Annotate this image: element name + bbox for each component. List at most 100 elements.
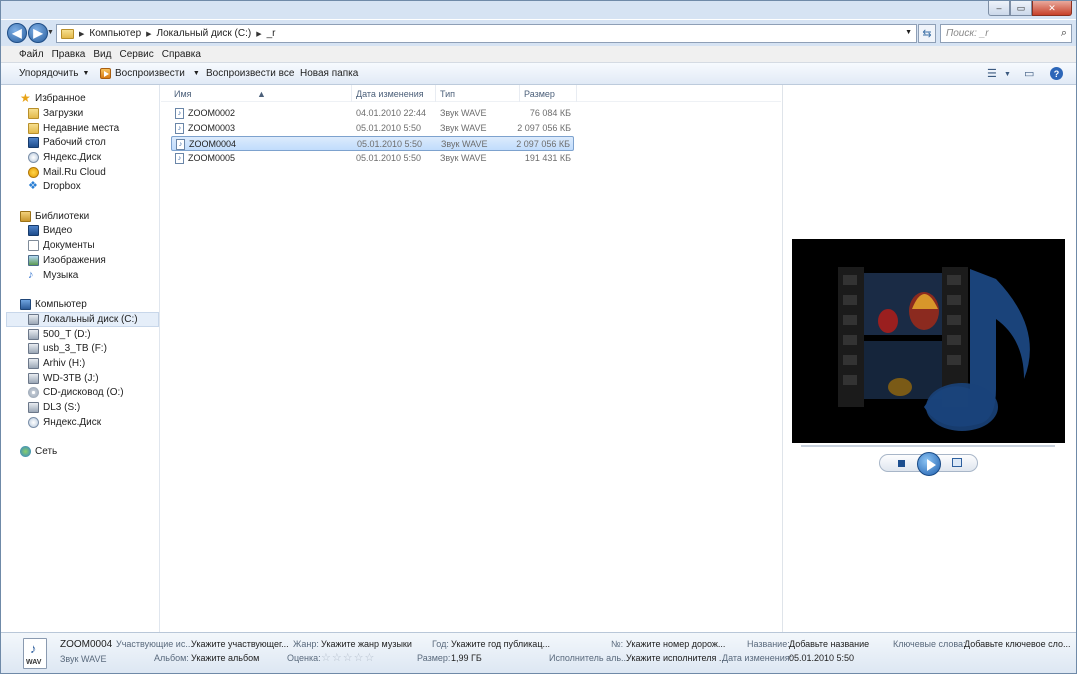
hard-drive-icon xyxy=(28,329,39,340)
seek-bar[interactable] xyxy=(801,445,1055,447)
yandex-disk-icon xyxy=(28,152,39,163)
help-button[interactable]: ? xyxy=(1050,67,1063,80)
nav-item-video[interactable]: Видео xyxy=(28,225,72,236)
nav-item-recent-places[interactable]: Недавние места xyxy=(28,123,119,134)
chevron-down-icon: ▼ xyxy=(192,70,200,77)
address-dropdown-icon[interactable]: ▼ xyxy=(905,29,912,36)
column-header-date[interactable]: Дата изменения xyxy=(356,89,424,99)
nav-libraries-label: Библиотеки xyxy=(35,211,90,222)
media-placeholder-image xyxy=(838,267,1030,431)
file-type: Звук WAVE xyxy=(440,153,487,163)
details-label-album: Альбом: xyxy=(154,653,189,663)
nav-item-music[interactable]: ♪ Музыка xyxy=(28,270,78,282)
details-value-artists[interactable]: Укажите участвующег... xyxy=(191,639,289,649)
new-folder-button[interactable]: Новая папка xyxy=(300,68,358,79)
nav-item-drive-c[interactable]: Локальный диск (C:) xyxy=(6,312,159,327)
nav-item-desktop[interactable]: Рабочий стол xyxy=(28,137,106,148)
back-button[interactable]: ◀ xyxy=(7,23,27,43)
pictures-library-icon xyxy=(28,255,39,266)
details-value-year[interactable]: Укажите год публикац... xyxy=(451,639,550,649)
view-options-icon[interactable]: ☰ xyxy=(987,67,997,80)
details-filename: ZOOM0004 xyxy=(60,639,113,650)
nav-item-drive-o[interactable]: CD-дисковод (O:) xyxy=(28,387,124,398)
search-input[interactable]: Поиск: _r ⌕ xyxy=(940,24,1072,43)
details-value-keywords[interactable]: Добавьте ключевое сло... xyxy=(964,639,1071,649)
column-divider[interactable] xyxy=(576,85,577,102)
wav-file-icon: ♪ xyxy=(175,123,184,134)
menu-view[interactable]: Вид xyxy=(93,49,111,60)
nav-libraries[interactable]: Библиотеки xyxy=(20,211,89,222)
nav-item-drive-h[interactable]: Arhiv (H:) xyxy=(28,358,85,369)
table-row-selected[interactable]: ♪ ZOOM0004 05.01.2010 5:50 Звук WAVE 2 0… xyxy=(171,136,574,151)
details-value-genre[interactable]: Укажите жанр музыки xyxy=(321,639,412,649)
navigation-pane: ★ Избранное Загрузки Недавние места Рабоч… xyxy=(1,85,160,632)
file-name: ZOOM0003 xyxy=(188,123,236,133)
nav-item-label: Arhiv (H:) xyxy=(43,358,86,369)
table-row[interactable]: ♪ ZOOM0005 05.01.2010 5:50 Звук WAVE 191… xyxy=(171,151,574,166)
view-dropdown-icon[interactable]: ▼ xyxy=(1004,71,1011,78)
preview-pane-icon[interactable]: ▭ xyxy=(1024,67,1034,80)
nav-item-dropbox[interactable]: ❖ Dropbox xyxy=(28,181,81,193)
column-header-name[interactable]: Имя xyxy=(174,89,192,99)
rating-stars[interactable]: ☆☆☆☆☆ xyxy=(321,651,375,664)
chevron-right-icon[interactable]: ▶ xyxy=(146,30,151,38)
breadcrumb-local-disk[interactable]: Локальный диск (C:) xyxy=(157,28,252,39)
file-type: Звук WAVE xyxy=(440,108,487,118)
play-pause-button[interactable] xyxy=(917,452,941,476)
nav-network[interactable]: Сеть xyxy=(20,446,57,457)
details-label-artists: Участвующие ис... xyxy=(116,639,193,649)
details-value-title[interactable]: Добавьте название xyxy=(789,639,869,649)
refresh-button[interactable]: ⇆ xyxy=(918,24,936,43)
forward-button[interactable]: ▶ xyxy=(28,23,48,43)
organize-button[interactable]: Упорядочить ▼ xyxy=(19,68,89,79)
table-row[interactable]: ♪ ZOOM0003 05.01.2010 5:50 Звук WAVE 2 0… xyxy=(171,121,574,136)
new-folder-label: Новая папка xyxy=(300,68,359,79)
details-value-album[interactable]: Укажите альбом xyxy=(191,653,259,663)
nav-item-yandex-disk[interactable]: Яндекс.Диск xyxy=(28,152,101,163)
recent-places-icon xyxy=(28,123,39,134)
nav-item-downloads[interactable]: Загрузки xyxy=(28,108,83,119)
address-bar[interactable]: ▶ Компьютер ▶ Локальный диск (C:) ▶ _r ▼ xyxy=(56,24,917,43)
details-label-album-artist: Исполнитель аль... xyxy=(549,653,629,663)
chevron-right-icon[interactable]: ▶ xyxy=(79,30,84,38)
media-preview[interactable] xyxy=(792,239,1065,443)
column-divider[interactable] xyxy=(435,85,436,102)
menu-edit[interactable]: Правка xyxy=(52,49,86,60)
close-button[interactable]: ✕ xyxy=(1032,1,1072,16)
breadcrumb-current-folder[interactable]: _r xyxy=(267,28,276,39)
menu-tools[interactable]: Сервис xyxy=(119,49,153,60)
minimize-button[interactable]: – xyxy=(988,1,1010,16)
maximize-button[interactable]: ▭ xyxy=(1010,1,1032,16)
table-row[interactable]: ♪ ZOOM0002 04.01.2010 22:44 Звук WAVE 76… xyxy=(171,106,574,121)
column-divider[interactable] xyxy=(519,85,520,102)
column-header-type[interactable]: Тип xyxy=(440,89,455,99)
recent-pages-dropdown-icon[interactable]: ▼ xyxy=(47,29,54,36)
search-icon[interactable]: ⌕ xyxy=(1061,27,1067,40)
column-header-size[interactable]: Размер xyxy=(524,89,555,99)
nav-item-label: Mail.Ru Cloud xyxy=(43,167,106,178)
nav-item-pictures[interactable]: Изображения xyxy=(28,255,106,266)
nav-item-drive-f[interactable]: usb_3_TB (F:) xyxy=(28,343,107,354)
nav-item-mailru-cloud[interactable]: Mail.Ru Cloud xyxy=(28,167,106,178)
nav-item-label: Документы xyxy=(43,240,95,251)
play-all-button[interactable]: Воспроизвести все xyxy=(206,68,294,79)
nav-computer[interactable]: Компьютер xyxy=(20,299,87,310)
nav-item-documents[interactable]: Документы xyxy=(28,240,95,251)
play-button[interactable]: Воспроизвести ▼ xyxy=(100,68,200,79)
breadcrumb-computer[interactable]: Компьютер xyxy=(89,28,141,39)
nav-item-drive-s[interactable]: DL3 (S:) xyxy=(28,402,80,413)
details-value-track[interactable]: Укажите номер дорож... xyxy=(626,639,725,649)
file-name: ZOOM0005 xyxy=(188,153,236,163)
chevron-right-icon[interactable]: ▶ xyxy=(256,30,261,38)
menu-help[interactable]: Справка xyxy=(162,49,201,60)
menu-file[interactable]: Файл xyxy=(19,49,44,60)
details-label-title: Название: xyxy=(747,639,790,649)
nav-item-drive-j[interactable]: WD-3TB (J:) xyxy=(28,373,99,384)
nav-item-yandex-disk-drive[interactable]: Яндекс.Диск xyxy=(28,417,101,428)
column-divider[interactable] xyxy=(351,85,352,102)
stop-button[interactable] xyxy=(898,460,905,467)
open-player-button[interactable] xyxy=(952,458,962,467)
nav-item-drive-d[interactable]: 500_T (D:) xyxy=(28,329,91,340)
details-value-album-artist[interactable]: Укажите исполнителя ... xyxy=(626,653,726,663)
nav-favorites[interactable]: ★ Избранное xyxy=(20,92,86,104)
